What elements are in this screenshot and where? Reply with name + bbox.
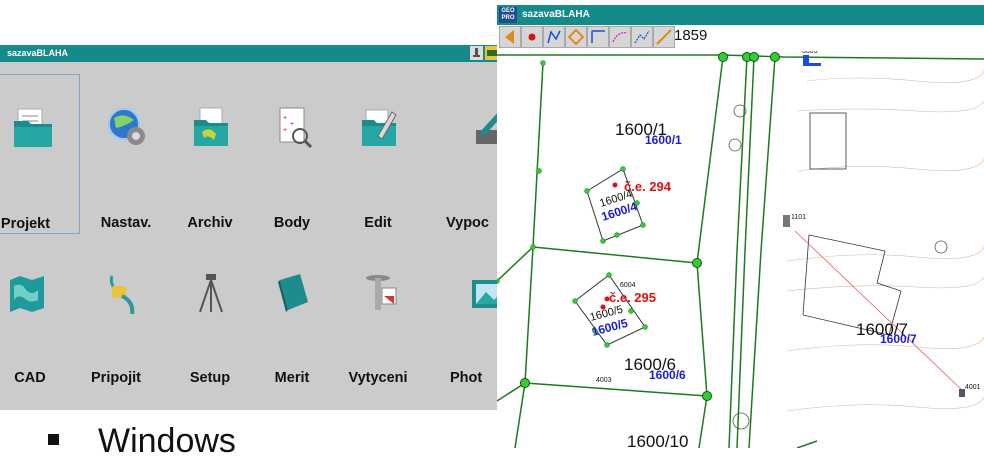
point-id: 6004 — [620, 282, 636, 289]
launcher-titlebar: sazavaBLAHA — [0, 45, 502, 62]
back-arrow-icon[interactable] — [499, 26, 521, 48]
red-point — [612, 182, 618, 188]
instrument-marker — [959, 389, 965, 397]
parcel-label-blue: 1600/6 — [649, 368, 686, 382]
logo-line: GEO — [501, 8, 515, 14]
cadastral-map[interactable]: 1600/1 1600/1 č.e. 294 1600/4 1600/4 600… — [497, 51, 984, 448]
tile-setup[interactable]: Setup — [170, 62, 250, 386]
tile-label: Vytyceni — [348, 370, 408, 386]
map-title: sazavaBLAHA — [522, 9, 590, 20]
parcel-boundaries — [497, 54, 984, 448]
polyline-icon[interactable] — [543, 26, 565, 48]
rectangle-icon[interactable] — [587, 26, 609, 48]
stakeout-icon — [358, 272, 400, 314]
launcher-title: sazavaBLAHA — [7, 48, 69, 58]
parcel-label-blue: 1600/1 — [645, 133, 682, 147]
tile-vytyceni[interactable]: Vytyceni — [338, 62, 418, 386]
logo-line: PRO — [501, 15, 515, 21]
tile-phot[interactable]: Phot — [426, 62, 502, 386]
tile-label: Setup — [189, 370, 231, 386]
tile-label: Merit — [274, 370, 310, 386]
point-id: 4003 — [596, 377, 612, 384]
tile-label: Pripojit — [91, 370, 141, 386]
instrument-marker — [783, 215, 790, 227]
measure-icon[interactable] — [653, 26, 675, 48]
point-id: 4001 — [965, 384, 981, 391]
connect-plug-icon — [104, 272, 146, 315]
house-number-label: č.e. 295 — [609, 290, 656, 305]
point-id: 6003 — [802, 51, 818, 55]
tile-cad[interactable]: CAD — [0, 62, 80, 386]
spline-icon[interactable] — [631, 26, 653, 48]
map-window: GEO PRO sazavaBLAHA 1859 1600/1 1600/1 č… — [497, 5, 984, 448]
tile-merit[interactable]: Merit — [252, 62, 332, 386]
toolbar-number: 1859 — [674, 27, 708, 44]
point-icon[interactable] — [521, 26, 543, 48]
geopro-logo: GEO PRO — [499, 7, 517, 23]
map-toolbar: 1859 — [497, 25, 984, 51]
map-titlebar: GEO PRO sazavaBLAHA — [497, 5, 984, 25]
parcel-label: 1600/10 — [627, 432, 688, 448]
bullet-text: Windows — [98, 422, 236, 460]
point-id: 1101 — [791, 214, 806, 221]
book-icon — [272, 272, 314, 314]
station-marker — [803, 63, 821, 66]
pin-icon[interactable] — [470, 46, 483, 60]
launcher-window: sazavaBLAHA Projekt Nastav. Archiv + + +… — [0, 45, 502, 410]
app-grid: Projekt Nastav. Archiv + + + Body Edit V… — [0, 62, 502, 410]
parcel-label-blue: 1600/7 — [880, 332, 917, 346]
bullet-square-icon — [48, 434, 59, 445]
tripod-icon — [190, 272, 232, 314]
building-outline — [809, 112, 847, 170]
contour-lines — [786, 70, 984, 412]
map-icon — [6, 272, 48, 314]
tree-symbols — [728, 104, 948, 430]
tile-label: Phot — [450, 370, 483, 386]
curve-icon[interactable] — [609, 26, 631, 48]
tile-label: CAD — [14, 370, 46, 386]
polygon-icon[interactable] — [565, 26, 587, 48]
tile-pripojit[interactable]: Pripojit — [76, 62, 156, 386]
